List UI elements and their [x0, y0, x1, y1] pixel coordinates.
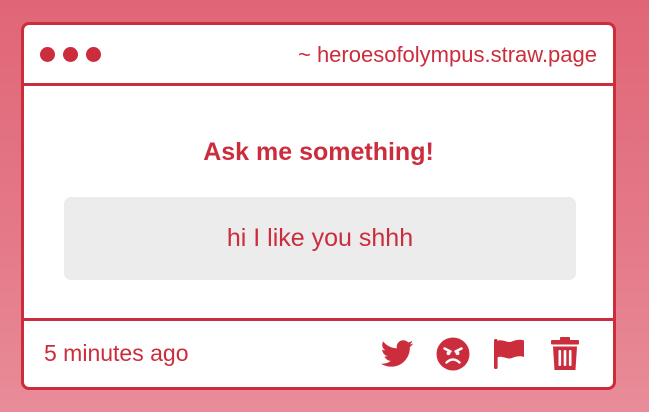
question-message-box: hi I like you shhh	[64, 197, 576, 280]
question-message-text: hi I like you shhh	[226, 224, 414, 252]
twitter-icon	[380, 340, 413, 367]
timestamp: 5 minutes ago	[44, 340, 189, 366]
window-dots	[40, 47, 101, 62]
ask-card: ~ heroesofolympus.straw.page Ask me some…	[21, 22, 616, 390]
action-bar	[379, 336, 583, 372]
ask-prompt-heading: Ask me something!	[203, 138, 434, 166]
trash-icon	[551, 337, 579, 370]
window-titlebar: ~ heroesofolympus.straw.page	[24, 25, 613, 86]
delete-button[interactable]	[547, 336, 583, 372]
window-dot	[63, 47, 78, 62]
question-content: Ask me something! hi I like you shhh	[24, 86, 613, 321]
window-dot	[86, 47, 101, 62]
report-button[interactable]	[491, 336, 527, 372]
site-url[interactable]: ~ heroesofolympus.straw.page	[298, 41, 597, 69]
angry-face-icon	[436, 337, 470, 371]
window-dot	[40, 47, 55, 62]
block-sender-button[interactable]	[435, 336, 471, 372]
twitter-share-button[interactable]	[379, 336, 415, 372]
flag-icon	[494, 339, 524, 369]
card-footer: 5 minutes ago	[24, 318, 613, 387]
